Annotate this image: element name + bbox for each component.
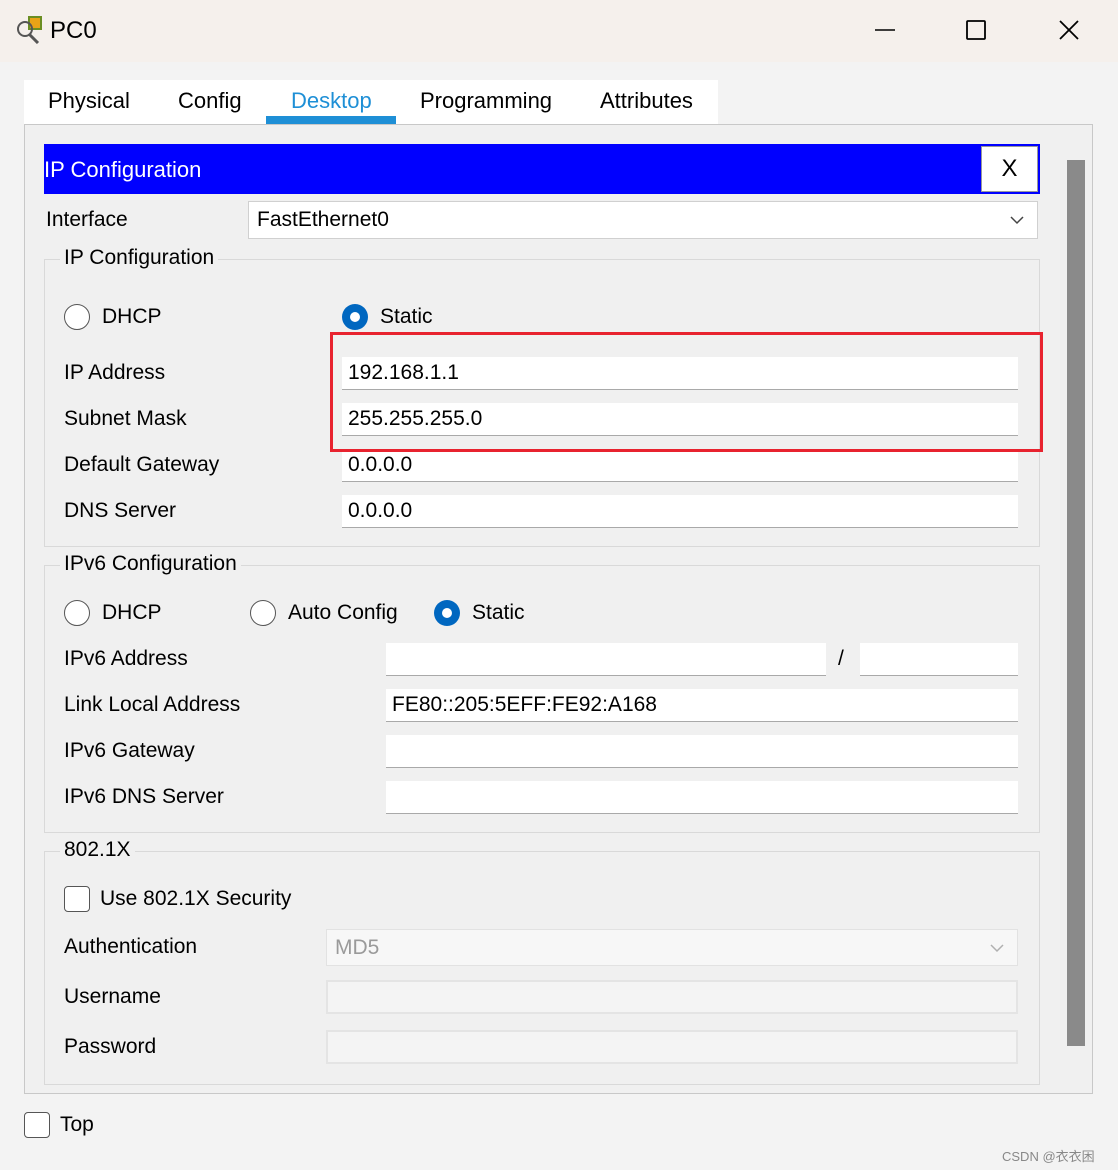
- tab-config[interactable]: Config: [178, 88, 242, 124]
- authentication-value: MD5: [335, 935, 380, 959]
- vertical-scrollbar[interactable]: [1067, 160, 1085, 1046]
- top-label: Top: [60, 1113, 94, 1136]
- title-bar: PC0: [0, 0, 1118, 62]
- ipv6-gateway-field[interactable]: [386, 735, 1018, 768]
- dns-server-field[interactable]: 0.0.0.0: [342, 495, 1018, 528]
- ipv6-gateway-label: IPv6 Gateway: [64, 739, 195, 762]
- minimize-icon: [875, 29, 895, 31]
- app-icon: [17, 16, 42, 44]
- ipv4-dhcp-radio[interactable]: [64, 304, 90, 330]
- username-label: Username: [64, 985, 161, 1008]
- annotation-highlight-box: [330, 332, 1043, 452]
- link-local-address-label: Link Local Address: [64, 693, 241, 716]
- minimize-button[interactable]: [855, 8, 915, 52]
- ipv6-prefix-length-field[interactable]: [860, 643, 1018, 676]
- ipv6-address-field[interactable]: [386, 643, 826, 676]
- watermark-text: CSDN @衣衣困: [1002, 1149, 1095, 1164]
- tab-attributes[interactable]: Attributes: [600, 88, 693, 124]
- close-icon: [1059, 20, 1079, 40]
- maximize-button[interactable]: [946, 8, 1006, 52]
- ipv4-static-radio[interactable]: [342, 304, 368, 330]
- dns-server-label: DNS Server: [64, 499, 177, 522]
- ip-config-title: IP Configuration: [44, 157, 202, 182]
- authentication-label: Authentication: [64, 935, 198, 958]
- ipv6-auto-config-radio[interactable]: [250, 600, 276, 626]
- maximize-icon: [966, 20, 986, 40]
- active-tab-indicator: [266, 116, 396, 124]
- prefix-separator: /: [838, 647, 844, 670]
- ipv4-legend: IP Configuration: [60, 246, 219, 270]
- default-gateway-field[interactable]: 0.0.0.0: [342, 449, 1018, 482]
- password-field[interactable]: [326, 1030, 1018, 1064]
- use-8021x-security-checkbox[interactable]: [64, 886, 90, 912]
- ipv6-static-label: Static: [472, 601, 525, 624]
- ip-config-close-button[interactable]: X: [981, 146, 1038, 192]
- ipv6-legend: IPv6 Configuration: [60, 552, 241, 576]
- top-checkbox[interactable]: [24, 1112, 50, 1138]
- interface-select[interactable]: FastEthernet0: [248, 201, 1038, 239]
- tab-programming[interactable]: Programming: [420, 88, 552, 124]
- ipv4-dhcp-label: DHCP: [102, 305, 162, 328]
- ipv6-dns-server-label: IPv6 DNS Server: [64, 785, 224, 808]
- ipv6-address-label: IPv6 Address: [64, 647, 188, 670]
- username-field[interactable]: [326, 980, 1018, 1014]
- ipv4-static-label: Static: [380, 305, 433, 328]
- ipv6-static-radio[interactable]: [434, 600, 460, 626]
- interface-value: FastEthernet0: [257, 208, 389, 231]
- authentication-select[interactable]: MD5: [326, 929, 1018, 966]
- ipv6-dhcp-radio[interactable]: [64, 600, 90, 626]
- ipv6-dns-server-field[interactable]: [386, 781, 1018, 814]
- link-local-address-field[interactable]: FE80::205:5EFF:FE92:A168: [386, 689, 1018, 722]
- interface-label: Interface: [46, 208, 128, 231]
- ipv6-dhcp-label: DHCP: [102, 601, 162, 624]
- close-window-button[interactable]: [1039, 8, 1099, 52]
- dot1x-legend: 802.1X: [60, 838, 135, 862]
- chevron-down-icon: [990, 943, 1004, 952]
- tab-physical[interactable]: Physical: [48, 88, 130, 124]
- use-8021x-security-label: Use 802.1X Security: [100, 887, 292, 910]
- ipv6-auto-config-label: Auto Config: [288, 601, 398, 624]
- window-title: PC0: [50, 17, 97, 44]
- ip-address-label: IP Address: [64, 361, 166, 384]
- chevron-down-icon: [1010, 216, 1024, 225]
- subnet-mask-label: Subnet Mask: [64, 407, 187, 430]
- password-label: Password: [64, 1035, 157, 1058]
- default-gateway-label: Default Gateway: [64, 453, 220, 476]
